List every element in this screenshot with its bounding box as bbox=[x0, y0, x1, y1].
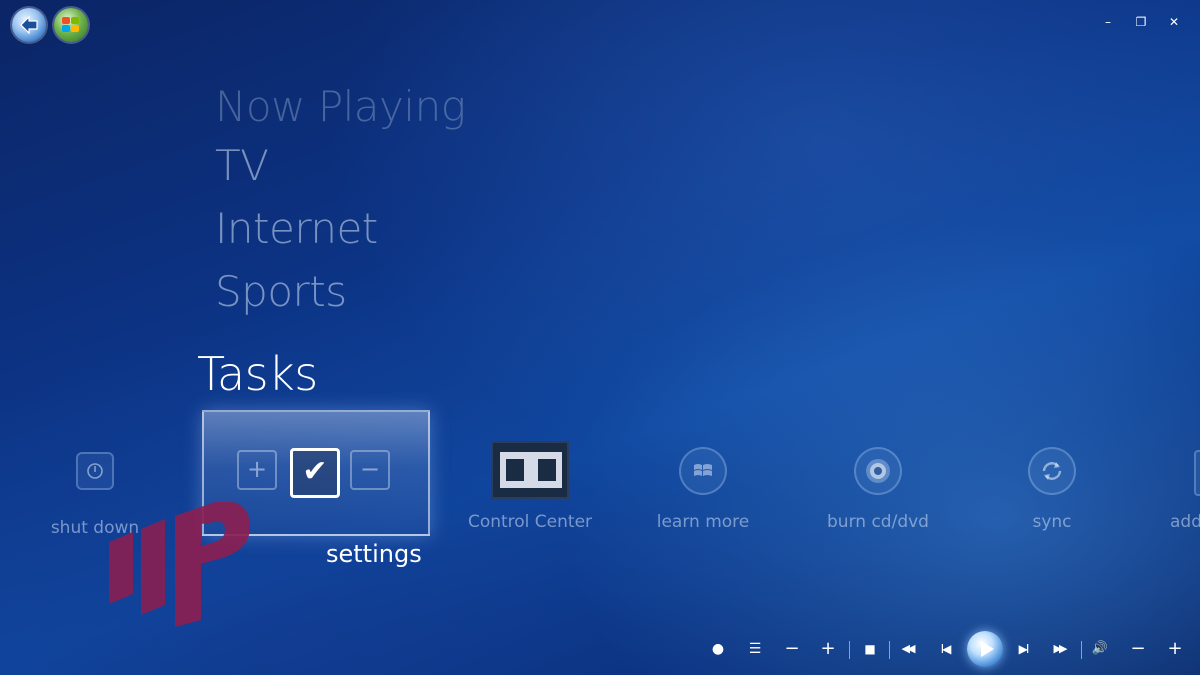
sync-icon bbox=[1028, 447, 1076, 495]
disc-icon bbox=[854, 447, 902, 495]
strip-label-burn-cd-dvd: burn cd/dvd bbox=[827, 512, 929, 532]
add-icon bbox=[1194, 450, 1200, 496]
strip-label-add: add bbox=[1170, 512, 1200, 532]
transport-divider bbox=[889, 641, 890, 659]
channel-down-button[interactable]: − bbox=[782, 636, 802, 662]
strip-label-settings: settings bbox=[326, 540, 422, 568]
strip-item-add[interactable]: add bbox=[1170, 445, 1200, 545]
minus-icon: − bbox=[350, 450, 390, 490]
start-button[interactable] bbox=[54, 8, 88, 42]
minimize-button[interactable]: – bbox=[1098, 12, 1118, 32]
menu-item-internet[interactable]: Internet bbox=[215, 204, 378, 253]
volume-up-button[interactable]: + bbox=[1165, 636, 1185, 662]
list-button[interactable]: ☰ bbox=[745, 636, 765, 662]
previous-button[interactable]: I◀ bbox=[935, 636, 955, 662]
strip-item-sync[interactable]: sync bbox=[967, 440, 1137, 532]
strip-label-sync: sync bbox=[1032, 512, 1072, 532]
channel-up-button[interactable]: + bbox=[818, 636, 838, 662]
checkmark-icon: ✔ bbox=[290, 448, 340, 498]
restore-button[interactable]: ❐ bbox=[1131, 12, 1151, 32]
back-arrow-icon bbox=[20, 15, 38, 35]
fast-forward-button[interactable]: ▶▶ bbox=[1049, 636, 1069, 662]
back-button[interactable] bbox=[12, 8, 46, 42]
menu-item-now-playing[interactable]: Now Playing bbox=[215, 82, 466, 131]
strip-item-burn-cd-dvd[interactable]: burn cd/dvd bbox=[793, 440, 963, 532]
dolby-icon[interactable] bbox=[491, 441, 569, 499]
windows-logo-icon bbox=[679, 447, 727, 495]
menu-item-sports[interactable]: Sports bbox=[215, 267, 347, 316]
stop-button[interactable]: ■ bbox=[860, 636, 880, 662]
menu-item-tv[interactable]: TV bbox=[215, 141, 269, 190]
watermark-logo bbox=[109, 502, 250, 627]
record-button[interactable]: ● bbox=[708, 636, 728, 662]
strip-item-control-center[interactable]: Control Center bbox=[445, 512, 615, 532]
menu-item-tasks[interactable]: Tasks bbox=[197, 347, 318, 401]
play-icon bbox=[981, 641, 994, 657]
windows-logo-icon bbox=[62, 17, 80, 33]
play-button[interactable] bbox=[967, 631, 1003, 667]
transport-divider bbox=[849, 641, 850, 659]
volume-down-button[interactable]: − bbox=[1128, 636, 1148, 662]
strip-label-learn-more: learn more bbox=[656, 512, 750, 532]
strip-label-control-center: Control Center bbox=[467, 512, 593, 532]
volume-icon[interactable]: 🔊 bbox=[1090, 636, 1110, 662]
transport-divider bbox=[1081, 641, 1082, 659]
strip-item-learn-more[interactable]: learn more bbox=[618, 440, 788, 532]
rewind-button[interactable]: ◀◀ bbox=[897, 636, 917, 662]
power-icon bbox=[76, 452, 114, 490]
close-button[interactable]: ✕ bbox=[1164, 12, 1184, 32]
media-center-window: { "window": { "back_icon": "back-arrow-i… bbox=[0, 0, 1200, 675]
next-button[interactable]: ▶I bbox=[1013, 636, 1033, 662]
plus-icon: + bbox=[237, 450, 277, 490]
